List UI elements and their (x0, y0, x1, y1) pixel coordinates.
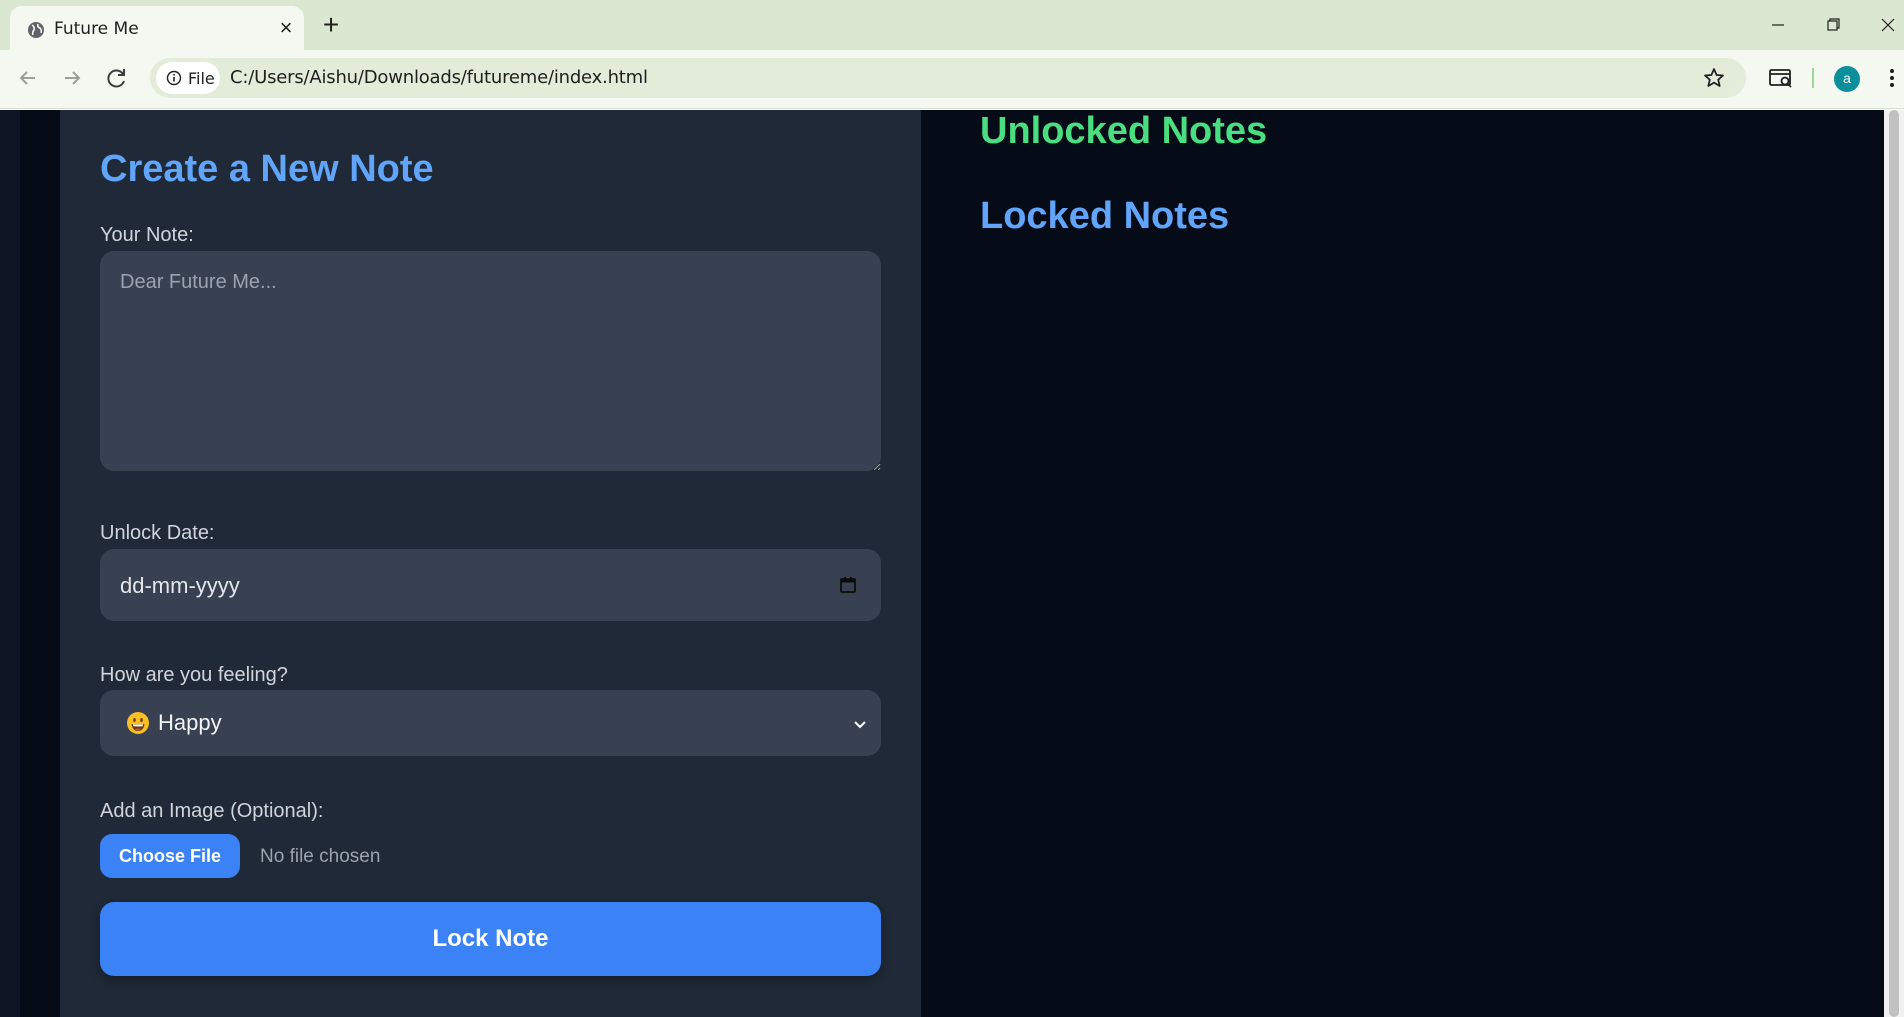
tab-title: Future Me (54, 19, 139, 39)
card-title: Create a New Note (100, 148, 434, 190)
tab-search-icon[interactable] (1767, 64, 1795, 92)
lock-note-button[interactable]: Lock Note (100, 902, 881, 976)
minimize-icon[interactable] (1758, 10, 1798, 40)
browser-toolbar: File C:/Users/Aishu/Downloads/futureme/i… (0, 50, 1904, 109)
tab-strip: Future Me × + (0, 0, 1904, 50)
date-placeholder: dd-mm-yyyy (120, 573, 240, 598)
close-icon[interactable]: × (272, 14, 300, 42)
back-arrow-icon[interactable] (12, 62, 44, 94)
unlock-date-input[interactable]: dd-mm-yyyy (100, 549, 881, 621)
locked-notes-heading: Locked Notes (980, 195, 1230, 237)
address-bar[interactable]: File C:/Users/Aishu/Downloads/futureme/i… (150, 58, 1746, 98)
url-text[interactable]: C:/Users/Aishu/Downloads/futureme/index.… (230, 67, 648, 88)
profile-avatar[interactable]: a (1834, 66, 1860, 92)
mood-label: How are you feeling? (100, 664, 288, 686)
file-status: No file chosen (260, 846, 381, 867)
image-label: Add an Image (Optional): (100, 800, 324, 822)
choose-file-button[interactable]: Choose File (100, 834, 240, 878)
reload-icon[interactable] (101, 62, 133, 94)
restore-icon[interactable] (1813, 10, 1853, 40)
page-viewport: Create a New Note Your Note: Unlock Date… (0, 110, 1904, 1017)
scrollbar-thumb[interactable] (1889, 110, 1899, 1017)
scheme-label: File (188, 69, 215, 88)
chevron-down-icon (854, 721, 866, 729)
forward-arrow-icon[interactable] (56, 62, 88, 94)
page-edge (0, 110, 20, 1017)
mood-select[interactable]: Happy (100, 690, 881, 756)
site-info-chip[interactable]: File (156, 62, 220, 94)
bookmark-star-icon[interactable] (1702, 66, 1726, 90)
globe-icon (28, 22, 44, 38)
note-textarea[interactable] (100, 251, 881, 471)
create-note-card: Create a New Note Your Note: Unlock Date… (60, 110, 921, 1017)
new-tab-button[interactable]: + (316, 11, 346, 41)
calendar-icon[interactable] (838, 575, 858, 595)
more-menu-icon[interactable] (1878, 64, 1904, 92)
note-label: Your Note: (100, 224, 194, 246)
toolbar-divider (1812, 68, 1814, 88)
browser-tab[interactable]: Future Me × (10, 6, 304, 50)
window-close-icon[interactable] (1868, 10, 1904, 40)
grinning-face-icon (127, 712, 149, 734)
info-icon (166, 70, 182, 86)
unlocked-notes-heading: Unlocked Notes (980, 110, 1268, 152)
mood-selected-text: Happy (158, 710, 222, 735)
unlock-date-label: Unlock Date: (100, 522, 215, 544)
